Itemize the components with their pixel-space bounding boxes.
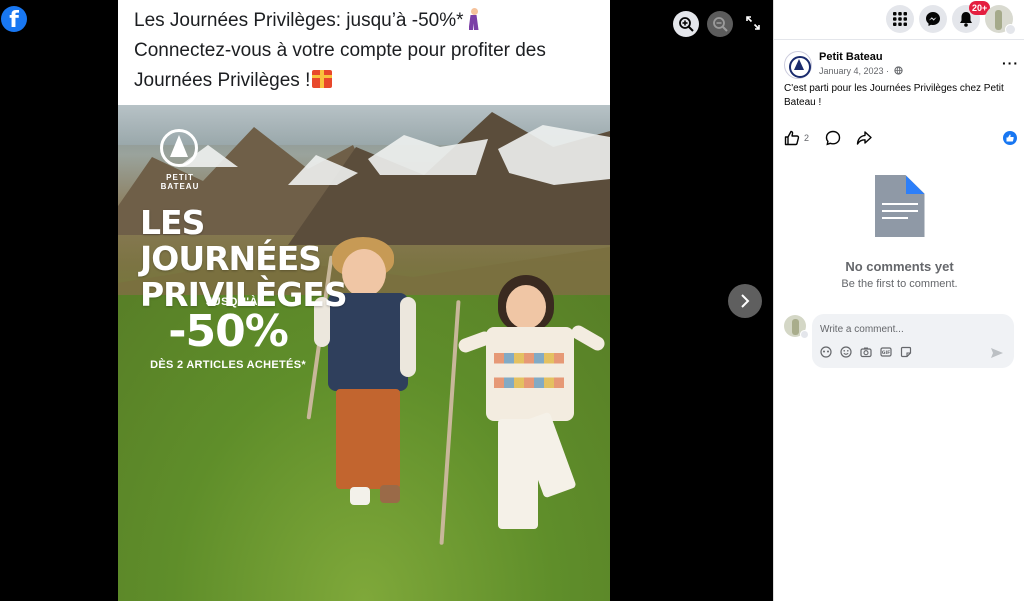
ad-image[interactable]: PETIT BATEAU LES JOURNÉES PRIVILÈGES JUS… [118,105,610,601]
page-name-link[interactable]: Petit Bateau [819,51,883,63]
menu-button[interactable] [886,5,914,33]
comment-button[interactable] [825,130,841,151]
fullscreen-button[interactable] [742,11,764,35]
messenger-button[interactable] [919,5,947,33]
comment-input[interactable] [820,321,1006,337]
avatar-sticker-icon[interactable] [820,346,832,358]
post-text: C'est parti pour les Journées Privilèges… [784,83,1004,108]
post-header: Petit Bateau January 4, 2023 · ··· [784,50,1019,80]
petit-bateau-logo: PETIT BATEAU [150,129,206,191]
post-sidebar: 20+ Petit Bateau January 4, 2023 · ··· C… [773,0,1024,601]
ad-discount: -50% [168,306,289,357]
superhero-emoji-icon [468,8,480,30]
gif-icon[interactable]: GIF [880,346,892,358]
chevron-down-icon[interactable] [1005,24,1016,35]
fullscreen-icon [746,16,760,30]
emoji-icon[interactable] [840,346,852,358]
sticker-icon[interactable] [900,346,912,358]
zoom-out-button[interactable] [707,11,733,37]
chevron-down-icon[interactable] [800,330,809,339]
facebook-logo-icon[interactable]: f [1,6,27,32]
child-right-figure [456,275,608,565]
like-button[interactable] [784,130,800,151]
post-caption: Les Journées Privilèges: jusqu’à -50%* C… [134,6,604,96]
share-button[interactable] [856,130,872,151]
comment-icon [825,130,841,146]
post-date[interactable]: January 4, 2023 · [819,66,903,76]
gift-emoji-icon [312,70,333,88]
no-comments-subtitle: Be the first to comment. [841,278,958,290]
no-comments-empty-state: No comments yet Be the first to comment. [774,175,1024,290]
camera-icon[interactable] [860,346,872,358]
thumbs-up-icon [784,130,800,146]
zoom-in-icon [679,17,694,32]
no-comments-title: No comments yet [845,259,954,274]
ad-condition: DÈS 2 ARTICLES ACHETÉS* [150,359,306,371]
messenger-icon [926,12,940,26]
top-navigation-bar: 20+ [774,0,1024,40]
chevron-right-icon [741,294,750,308]
grid-menu-icon [893,12,907,26]
caption-line-1: Les Journées Privilèges: jusqu’à -50%* [134,10,464,31]
share-icon [856,131,872,145]
zoom-out-icon [713,17,728,32]
document-icon [874,175,925,237]
reaction-bar: 2 [784,130,1019,148]
svg-text:GIF: GIF [882,350,890,356]
like-reaction-icon[interactable] [1003,131,1017,145]
globe-icon [893,66,903,75]
next-photo-button[interactable] [728,284,762,318]
post-options-button[interactable]: ··· [1002,55,1019,71]
caption-line-3: Journées Privilèges ! [134,70,311,91]
post-media-card: Les Journées Privilèges: jusqu’à -50%* C… [118,0,610,601]
zoom-in-button[interactable] [673,11,699,37]
page-avatar[interactable] [784,51,812,79]
like-count[interactable]: 2 [804,133,809,143]
caption-line-2: Connectez-vous à votre compte pour profi… [134,40,546,61]
send-icon[interactable] [990,346,1004,358]
avatar [995,10,1002,30]
comment-composer: GIF [812,314,1014,368]
photo-viewer: f Les Journées Privilèges: jusqu’à -50%*… [0,0,773,601]
